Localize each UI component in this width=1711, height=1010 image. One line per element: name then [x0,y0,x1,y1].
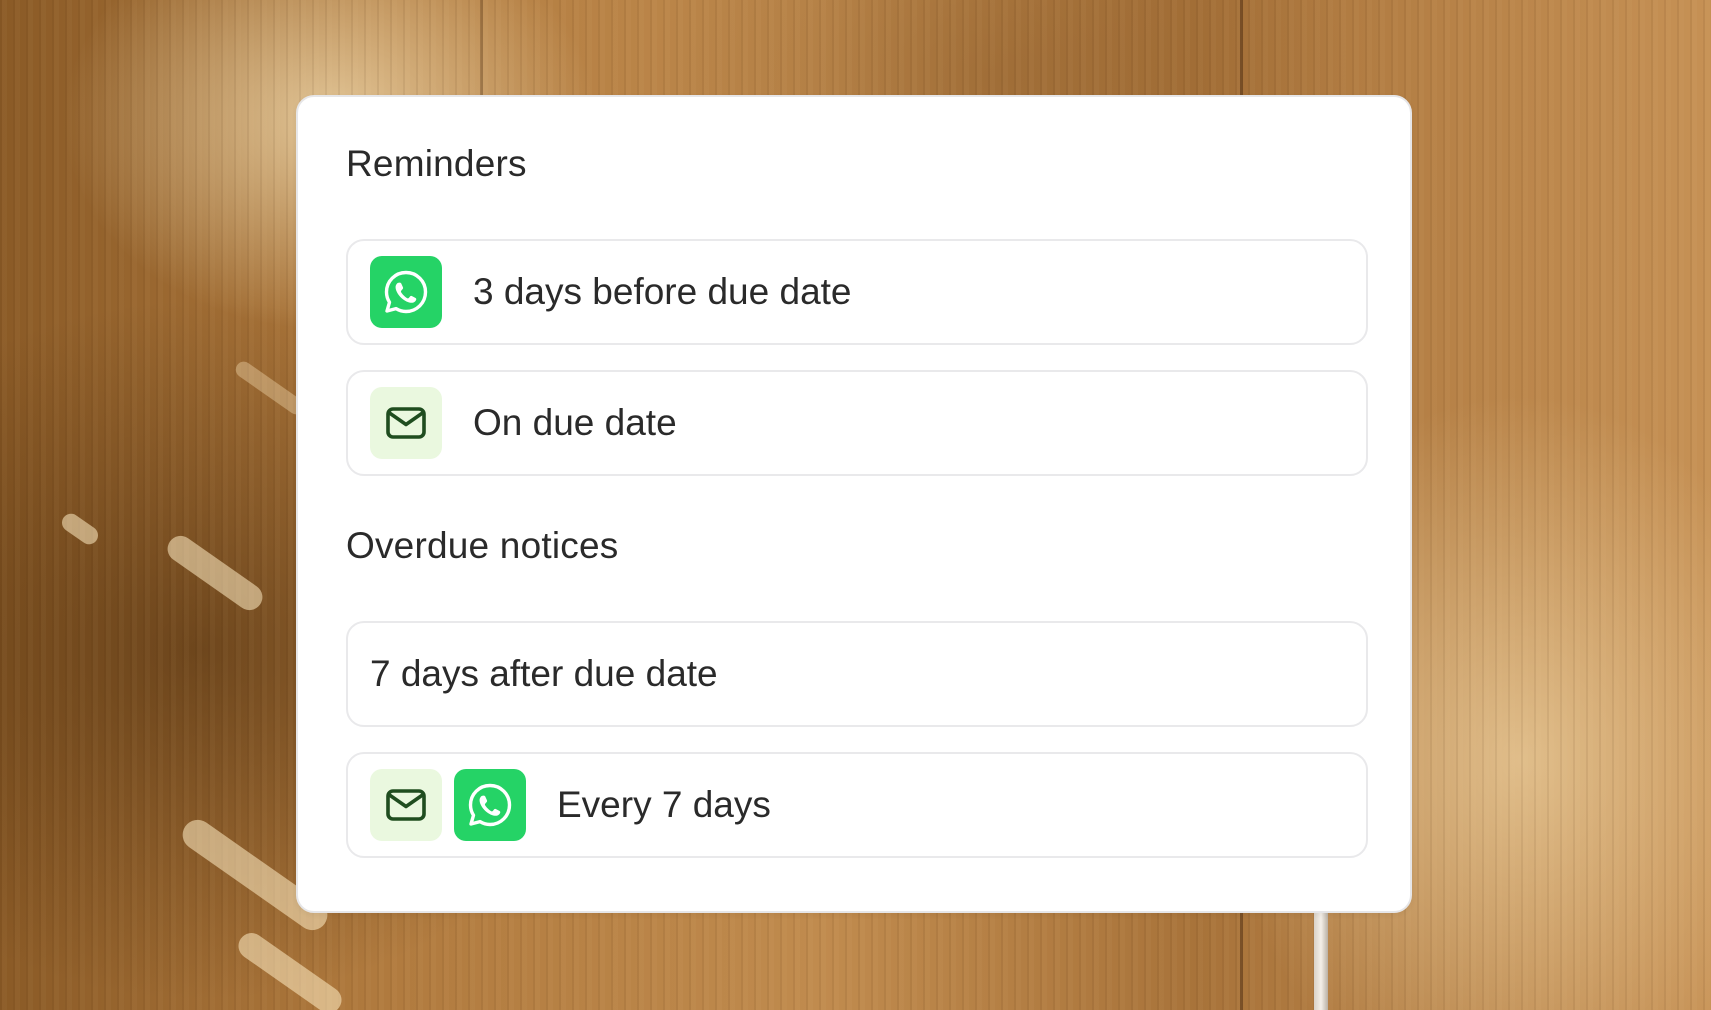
metal-pole [1314,900,1328,1010]
overdue-notices-title: Overdue notices [346,525,619,566]
reminder-label: On due date [473,402,677,443]
overdue-item-every-7-days[interactable]: Every 7 days [346,752,1368,858]
notification-settings-card: Reminders 3 days before due date On due … [296,95,1412,913]
whatsapp-icon [454,769,526,841]
reminder-label: 3 days before due date [473,271,852,312]
reminder-item-on-due-date[interactable]: On due date [346,370,1368,476]
reminders-title: Reminders [346,143,527,184]
overdue-item-7-days-after[interactable]: 7 days after due date [346,621,1368,727]
mail-icon [370,387,442,459]
reminder-item-3-days-before[interactable]: 3 days before due date [346,239,1368,345]
whatsapp-icon [370,256,442,328]
wood-panel-seam [480,0,483,95]
overdue-label: 7 days after due date [370,653,718,694]
mail-icon [370,769,442,841]
overdue-label: Every 7 days [557,784,771,825]
